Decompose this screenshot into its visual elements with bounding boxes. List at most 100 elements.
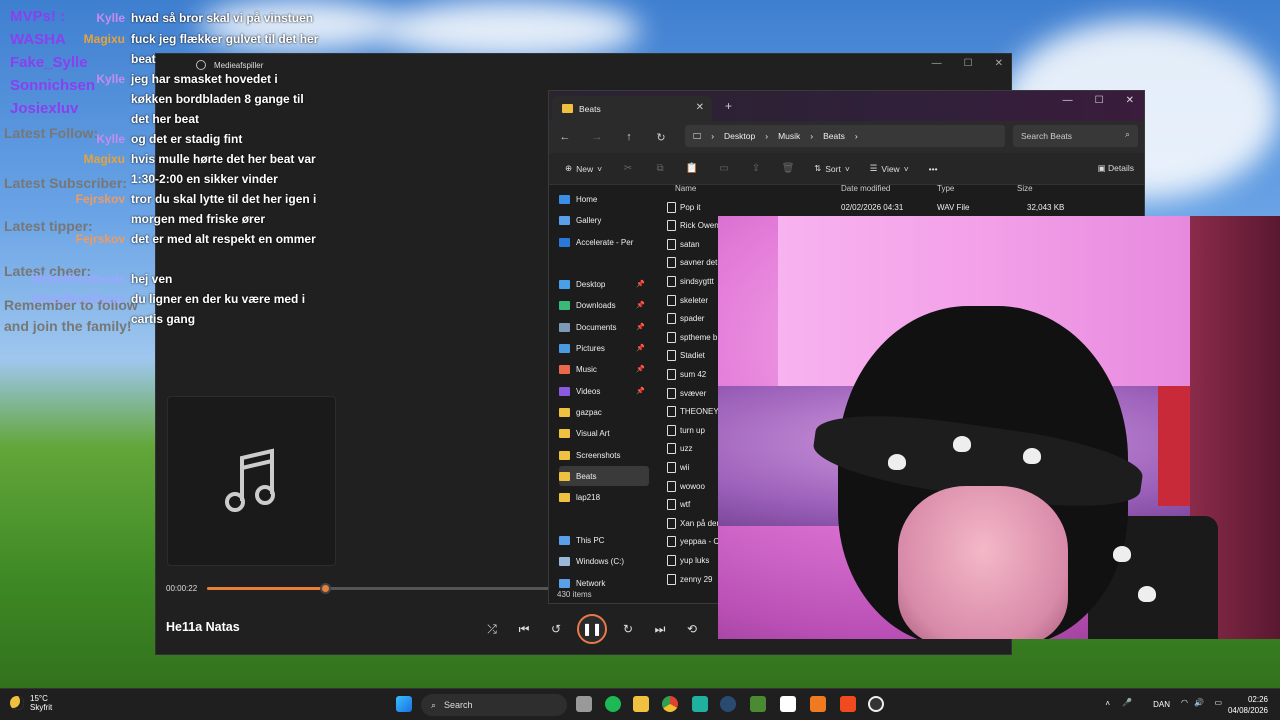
sort-button[interactable]: ⇅ Sort ˅ bbox=[808, 163, 856, 174]
new-button[interactable]: ⊕ New ˅ bbox=[559, 163, 608, 174]
refresh-icon[interactable]: ↻ bbox=[645, 131, 677, 144]
pause-button[interactable]: ❚❚ bbox=[577, 614, 607, 644]
minimize-icon[interactable]: — bbox=[1063, 95, 1073, 106]
chat-message: hvis mulle hørte det her beat var 1:30-2… bbox=[131, 152, 316, 186]
sidebar-item-music[interactable]: Music 📌 bbox=[559, 359, 649, 379]
cut-icon[interactable]: ✂ bbox=[616, 163, 640, 174]
sidebar-item-home[interactable]: Home bbox=[559, 189, 649, 209]
sidebar-item-gallery[interactable]: Gallery bbox=[559, 210, 649, 230]
spotify-icon[interactable] bbox=[605, 696, 621, 712]
chrome-icon[interactable] bbox=[662, 696, 678, 712]
capcut-icon[interactable] bbox=[780, 696, 796, 712]
close-tab-icon[interactable]: ✕ bbox=[696, 102, 704, 113]
sidebar-item-screenshots[interactable]: Screenshots bbox=[559, 445, 649, 465]
audio-file-icon bbox=[667, 294, 676, 306]
fl-studio-icon[interactable] bbox=[810, 696, 826, 712]
details-button[interactable]: ▣ Details bbox=[1098, 163, 1134, 174]
audio-file-icon bbox=[667, 406, 676, 418]
more-icon[interactable]: ••• bbox=[923, 164, 944, 174]
sidebar-item-accelerate-per[interactable]: Accelerate - Per bbox=[559, 232, 649, 252]
chat-username: WhiteWestDuals bbox=[31, 272, 125, 286]
column-date[interactable]: Date modified bbox=[841, 184, 890, 193]
sidebar-item-this-pc[interactable]: This PC bbox=[559, 530, 649, 550]
sidebar-item-desktop[interactable]: Desktop 📌 bbox=[559, 274, 649, 294]
taskbar-search[interactable]: ⌕ Search bbox=[421, 694, 567, 716]
tab-beats[interactable]: Beats ✕ bbox=[552, 96, 712, 121]
rewind-icon[interactable]: ↺ bbox=[545, 618, 567, 640]
brave-icon[interactable] bbox=[840, 696, 856, 712]
maximize-icon[interactable]: ☐ bbox=[964, 58, 973, 69]
seek-handle[interactable] bbox=[319, 583, 331, 594]
sidebar-item-beats[interactable]: Beats bbox=[559, 466, 649, 486]
repeat-icon[interactable]: ⟲ bbox=[681, 618, 703, 640]
cloud bbox=[380, 0, 640, 60]
column-type[interactable]: Type bbox=[937, 184, 954, 193]
minimize-icon[interactable]: — bbox=[932, 58, 942, 69]
sidebar-item-label: Videos bbox=[576, 386, 601, 396]
media-player-icon[interactable] bbox=[868, 696, 884, 712]
up-icon[interactable]: ↑ bbox=[613, 131, 645, 143]
sidebar-item-pictures[interactable]: Pictures 📌 bbox=[559, 338, 649, 358]
sidebar-item-label: Beats bbox=[576, 471, 597, 481]
search-placeholder: Search Beats bbox=[1021, 131, 1073, 141]
sidebar-item-label: Accelerate - Per bbox=[576, 237, 634, 247]
close-icon[interactable]: ✕ bbox=[1126, 95, 1134, 106]
maximize-icon[interactable]: ☐ bbox=[1095, 95, 1104, 106]
sidebar-item-gazpac[interactable]: gazpac bbox=[559, 402, 649, 422]
back-icon[interactable]: ← bbox=[549, 131, 581, 143]
sidebar-item-visual-art[interactable]: Visual Art bbox=[559, 423, 649, 443]
mvp-name: Fake_Sylle bbox=[10, 54, 88, 71]
file-row[interactable]: Pop it 02/02/2026 04:31 WAV File 32,043 KB bbox=[667, 198, 1147, 216]
shuffle-icon[interactable]: ⤮ bbox=[481, 618, 503, 640]
close-icon[interactable]: ✕ bbox=[995, 58, 1003, 69]
paste-icon[interactable]: 📋 bbox=[680, 163, 704, 174]
start-icon[interactable] bbox=[396, 696, 412, 712]
language-indicator[interactable]: DAN bbox=[1153, 700, 1170, 709]
folder-icon bbox=[559, 386, 570, 396]
column-name[interactable]: Name bbox=[675, 184, 696, 193]
search-box[interactable]: Search Beats ⌕ bbox=[1013, 125, 1138, 147]
share-icon[interactable]: ⇪ bbox=[744, 163, 768, 174]
task-view-icon[interactable] bbox=[576, 696, 592, 712]
breadcrumb-desktop[interactable]: Desktop bbox=[724, 131, 755, 141]
sidebar-item-videos[interactable]: Videos 📌 bbox=[559, 381, 649, 401]
folder-icon bbox=[559, 407, 570, 417]
steam-icon[interactable] bbox=[720, 696, 736, 712]
folder-icon bbox=[559, 428, 570, 438]
microphone-icon[interactable]: 🎤 bbox=[1122, 698, 1132, 707]
next-icon[interactable]: ⏭ bbox=[649, 618, 671, 640]
sidebar-item-downloads[interactable]: Downloads 📌 bbox=[559, 295, 649, 315]
wifi-icon[interactable]: ◠ bbox=[1181, 698, 1188, 707]
volume-icon[interactable]: 🔊 bbox=[1194, 698, 1204, 707]
battery-icon[interactable]: ▭ bbox=[1214, 698, 1222, 707]
copy-icon[interactable]: ⧉ bbox=[648, 163, 672, 174]
rename-icon[interactable]: ▭ bbox=[712, 163, 736, 174]
clock[interactable]: 02:26 04/08/2026 bbox=[1228, 694, 1268, 716]
breadcrumb-beats[interactable]: Beats bbox=[823, 131, 845, 141]
address-bar[interactable]: 🖵 › Desktop › Musik › Beats › bbox=[685, 125, 1005, 147]
sidebar-item-documents[interactable]: Documents 📌 bbox=[559, 317, 649, 337]
chevron-up-icon[interactable]: ˄ bbox=[1105, 699, 1110, 708]
folder-icon bbox=[559, 471, 570, 481]
album-art bbox=[167, 396, 336, 566]
minecraft-icon[interactable] bbox=[750, 696, 766, 712]
weather-widget[interactable]: 15°C Skyfrit bbox=[10, 694, 52, 712]
audio-file-icon bbox=[667, 368, 676, 380]
sidebar-item-lap218[interactable]: lap218 bbox=[559, 487, 649, 507]
pin-icon: 📌 bbox=[636, 366, 645, 373]
mvp-name: Josiexluv bbox=[10, 100, 79, 117]
forward-icon[interactable]: → bbox=[581, 131, 613, 143]
app-icon[interactable] bbox=[692, 696, 708, 712]
previous-icon[interactable]: ⏮ bbox=[513, 618, 535, 640]
file-explorer-icon[interactable] bbox=[633, 696, 649, 712]
music-note-icon bbox=[224, 448, 275, 512]
breadcrumb-musik[interactable]: Musik bbox=[778, 131, 800, 141]
sidebar-item-windows-c-[interactable]: Windows (C:) bbox=[559, 551, 649, 571]
view-button[interactable]: ☰ View ˅ bbox=[864, 163, 915, 174]
column-size[interactable]: Size bbox=[1017, 184, 1033, 193]
new-tab-icon[interactable]: + bbox=[725, 99, 732, 113]
chat-message: du ligner en der ku være med i cartis ga… bbox=[131, 292, 306, 326]
delete-icon[interactable]: 🗑 bbox=[776, 163, 800, 174]
forward-icon[interactable]: ↻ bbox=[617, 618, 639, 640]
sidebar-item-label: Desktop bbox=[576, 279, 606, 289]
